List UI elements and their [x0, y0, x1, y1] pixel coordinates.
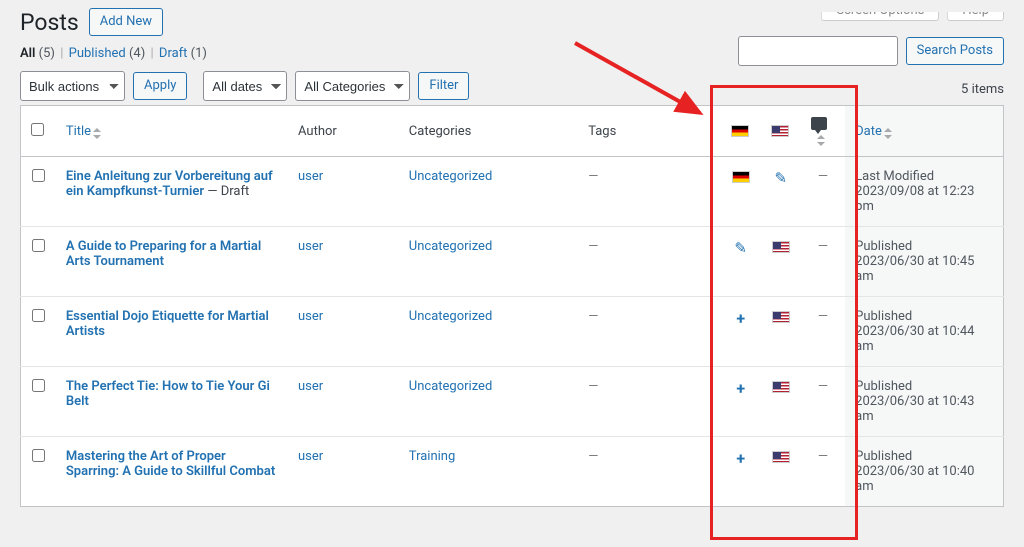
category-link[interactable]: Uncategorized: [409, 169, 492, 184]
category-filter-select[interactable]: All Categories: [295, 71, 410, 101]
category-link[interactable]: Uncategorized: [409, 309, 492, 324]
date-value: 2023/06/30 at 10:44 am: [855, 324, 974, 354]
screen-options-button[interactable]: Screen Options: [821, 0, 939, 21]
table-row: Mastering the Art of Proper Sparring: A …: [21, 437, 1004, 507]
table-row: Eine Anleitung zur Vorbereitung auf ein …: [21, 157, 1004, 227]
post-title-link[interactable]: Essential Dojo Etiquette for Martial Art…: [66, 309, 269, 339]
tags-value: —: [588, 309, 598, 324]
col-date[interactable]: Date: [855, 124, 894, 139]
author-link[interactable]: user: [298, 309, 323, 324]
help-button[interactable]: Help: [947, 0, 1004, 21]
comment-icon: [811, 117, 827, 130]
col-title[interactable]: Title: [66, 124, 103, 139]
date-status: Published: [855, 379, 912, 394]
row-checkbox[interactable]: [32, 379, 45, 392]
author-link[interactable]: user: [298, 379, 323, 394]
author-link[interactable]: user: [298, 449, 323, 464]
us-flag-icon[interactable]: [772, 241, 790, 253]
row-checkbox[interactable]: [32, 449, 45, 462]
date-filter-select[interactable]: All dates: [203, 71, 287, 101]
post-title-link[interactable]: Mastering the Art of Proper Sparring: A …: [66, 449, 275, 479]
date-status: Last Modified: [855, 169, 934, 184]
comments-value: —: [818, 169, 828, 184]
filter-all[interactable]: All: [20, 46, 35, 61]
post-status-suffix: — Draft: [204, 184, 249, 199]
items-count: 5 items: [961, 82, 1004, 101]
col-author: Author: [288, 106, 399, 157]
date-value: 2023/06/30 at 10:43 am: [855, 394, 974, 424]
comments-value: —: [818, 449, 828, 464]
date-value: 2023/06/30 at 10:40 am: [855, 464, 974, 494]
row-checkbox[interactable]: [32, 309, 45, 322]
col-lang-us[interactable]: [761, 106, 801, 157]
col-lang-de[interactable]: [721, 106, 761, 157]
row-checkbox[interactable]: [32, 169, 45, 182]
us-flag-icon[interactable]: [772, 381, 790, 393]
search-button[interactable]: Search Posts: [906, 37, 1004, 65]
col-tags: Tags: [578, 106, 720, 157]
author-link[interactable]: user: [298, 169, 323, 184]
date-status: Published: [855, 309, 912, 324]
col-categories: Categories: [399, 106, 578, 157]
filter-button[interactable]: Filter: [418, 72, 469, 100]
page-title: Posts: [20, 9, 79, 36]
plus-icon[interactable]: +: [736, 449, 745, 468]
plus-icon[interactable]: +: [736, 379, 745, 398]
filter-draft[interactable]: Draft: [159, 46, 188, 61]
date-status: Published: [855, 239, 912, 254]
table-row: Essential Dojo Etiquette for Martial Art…: [21, 297, 1004, 367]
pencil-icon[interactable]: ✎: [734, 239, 747, 257]
comments-value: —: [818, 309, 828, 324]
tags-value: —: [588, 379, 598, 394]
tags-value: —: [588, 239, 598, 254]
table-row: A Guide to Preparing for a Martial Arts …: [21, 227, 1004, 297]
post-title-link[interactable]: The Perfect Tie: How to Tie Your Gi Belt: [66, 379, 270, 409]
german-flag-icon[interactable]: [732, 171, 750, 183]
pencil-icon[interactable]: ✎: [774, 169, 787, 187]
bulk-actions-select[interactable]: Bulk actions: [20, 71, 125, 101]
us-flag-icon: [771, 125, 789, 137]
comments-value: —: [818, 379, 828, 394]
comments-value: —: [818, 239, 828, 254]
table-row: The Perfect Tie: How to Tie Your Gi Belt…: [21, 367, 1004, 437]
us-flag-icon[interactable]: [772, 451, 790, 463]
filter-published[interactable]: Published: [69, 46, 126, 61]
search-input[interactable]: [738, 36, 898, 66]
add-new-button[interactable]: Add New: [89, 8, 163, 36]
col-comments[interactable]: [801, 106, 845, 157]
apply-button[interactable]: Apply: [133, 72, 187, 100]
date-value: 2023/06/30 at 10:45 am: [855, 254, 974, 284]
category-link[interactable]: Uncategorized: [409, 379, 492, 394]
row-checkbox[interactable]: [32, 239, 45, 252]
plus-icon[interactable]: +: [736, 309, 745, 328]
category-link[interactable]: Uncategorized: [409, 239, 492, 254]
author-link[interactable]: user: [298, 239, 323, 254]
tags-value: —: [588, 449, 598, 464]
select-all-checkbox[interactable]: [31, 123, 44, 136]
tags-value: —: [588, 169, 598, 184]
date-value: 2023/09/08 at 12:23 pm: [855, 184, 974, 214]
post-title-link[interactable]: A Guide to Preparing for a Martial Arts …: [66, 239, 261, 269]
date-status: Published: [855, 449, 912, 464]
german-flag-icon: [731, 125, 749, 137]
us-flag-icon[interactable]: [772, 311, 790, 323]
category-link[interactable]: Training: [409, 449, 455, 464]
